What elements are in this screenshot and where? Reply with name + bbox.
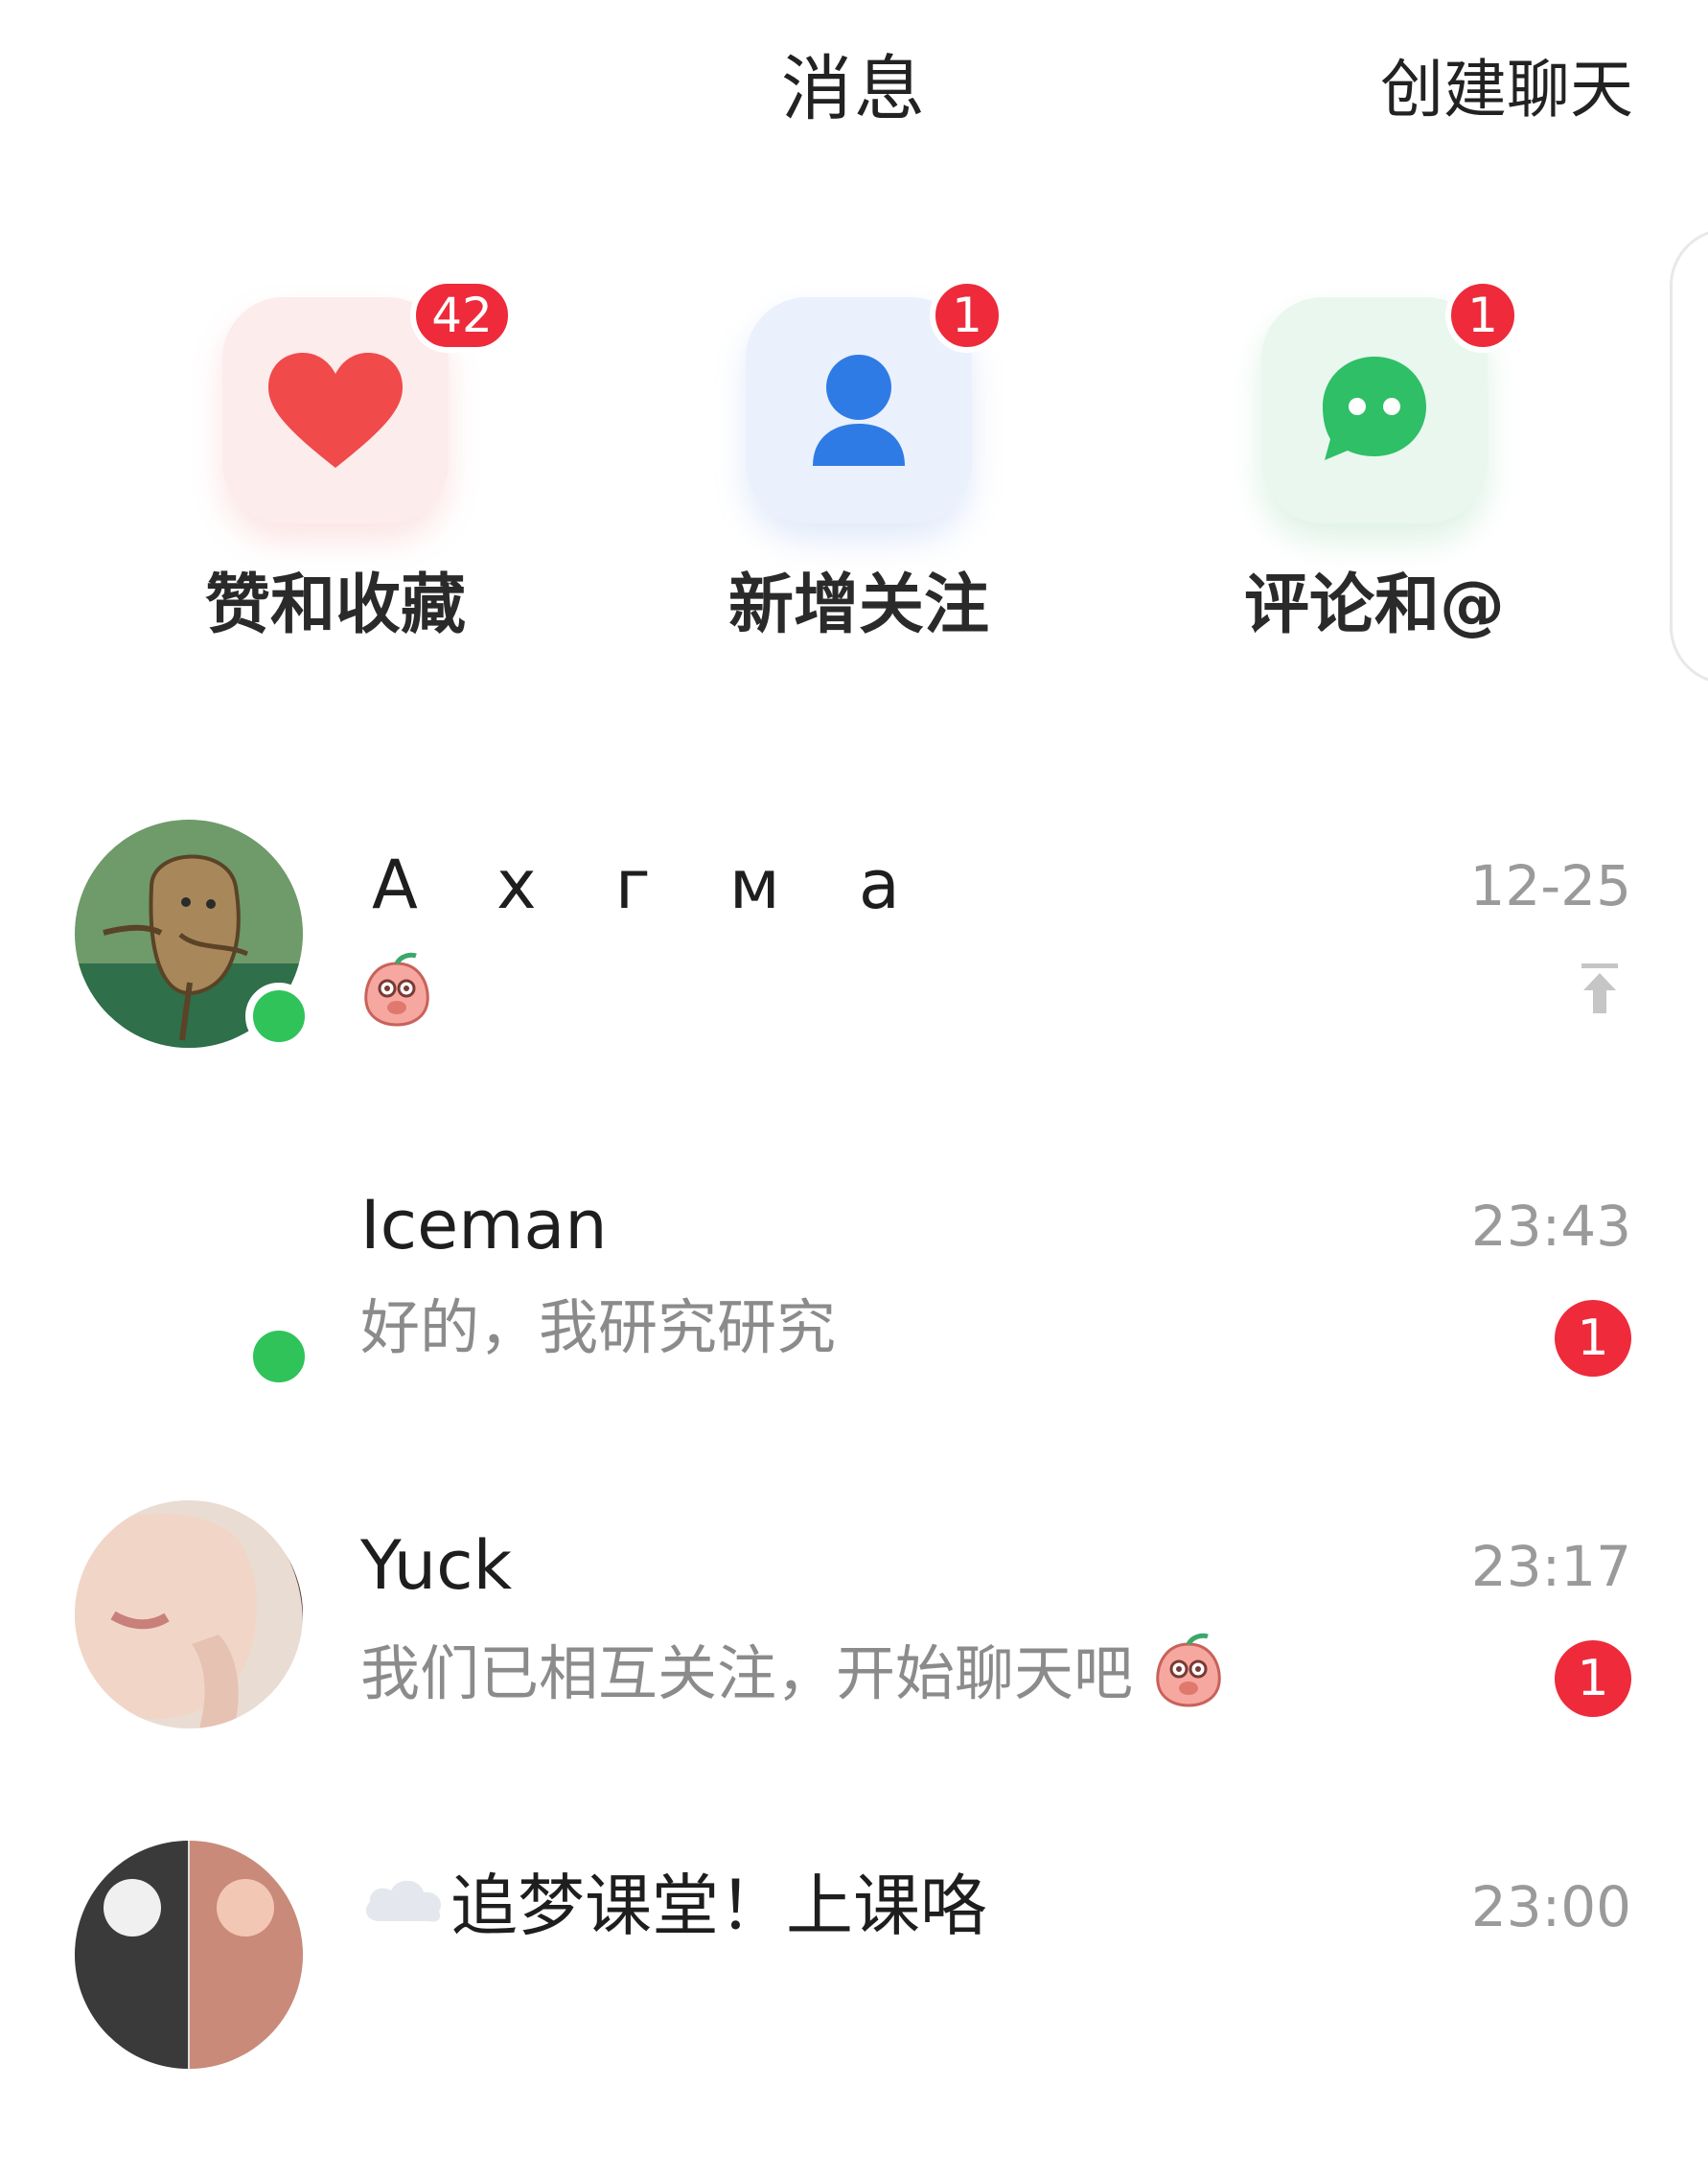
- likes-label: 赞和收藏: [204, 568, 466, 643]
- conversation-item[interactable]: A x г м a 12-25: [0, 820, 1708, 1136]
- peach-emoji-icon: [1156, 1633, 1221, 1707]
- unread-badge: 1: [1555, 1300, 1631, 1377]
- header: 消息 创建聊天: [0, 0, 1708, 182]
- follows-tile: 1: [746, 278, 1004, 523]
- comments-tile: 1: [1261, 278, 1520, 523]
- likes-tile: 42: [222, 278, 514, 523]
- cloud-icon: [365, 1880, 442, 1922]
- conversation-time: 23:17: [1470, 1534, 1631, 1599]
- conversation-preview-text: 我们已相互关注，开始聊天吧: [360, 1638, 1134, 1708]
- comments-and-mentions-entry[interactable]: 1 评论和@: [1181, 278, 1564, 671]
- conversation-item[interactable]: Yuck 23:17 我们已相互关注，开始聊天吧 1: [0, 1500, 1708, 1817]
- avatar: [75, 1500, 303, 1728]
- conversation-time: 12-25: [1469, 853, 1631, 918]
- conversation-name: A x г м a: [372, 846, 929, 924]
- follows-badge: 1: [930, 278, 1004, 353]
- peach-emoji-icon: [364, 952, 429, 1027]
- conversation-item[interactable]: 追梦课堂！上课咯 23:00: [0, 1841, 1708, 2157]
- side-panel-handle[interactable]: [1670, 228, 1708, 684]
- conversation-preview: [360, 950, 433, 1031]
- avatar: [75, 1841, 303, 2069]
- portrait-avatar-image: [75, 1500, 303, 1728]
- conversation-preview: 好的，我研究研究: [360, 1292, 837, 1362]
- conversation-item[interactable]: Iceman 23:43 好的，我研究研究 1: [0, 1160, 1708, 1476]
- group-avatar-image: [75, 1841, 303, 2069]
- conversation-name: 追梦课堂！上课咯: [360, 1866, 987, 1946]
- conversation-preview: 我们已相互关注，开始聊天吧: [360, 1631, 1225, 1711]
- conversation-time: 23:43: [1470, 1194, 1631, 1259]
- follows-label: 新增关注: [727, 568, 989, 643]
- conversation-name: Yuck: [360, 1526, 513, 1605]
- create-chat-button[interactable]: 创建聊天: [1380, 50, 1633, 130]
- online-status-dot: [245, 1323, 312, 1390]
- unread-badge: 1: [1555, 1640, 1631, 1717]
- pin-to-top-icon: [1581, 963, 1618, 1013]
- comments-badge: 1: [1445, 278, 1520, 353]
- conversation-name: Iceman: [360, 1186, 608, 1264]
- likes-and-favorites-entry[interactable]: 42 赞和收藏: [142, 278, 525, 671]
- new-follows-entry[interactable]: 1 新增关注: [665, 278, 1049, 671]
- online-status-dot: [245, 983, 312, 1050]
- conversation-name-text: 追梦课堂！上课咯: [450, 1867, 987, 1945]
- comments-label: 评论和@: [1243, 568, 1505, 643]
- conversation-time: 23:00: [1470, 1874, 1631, 1939]
- likes-badge: 42: [410, 278, 514, 353]
